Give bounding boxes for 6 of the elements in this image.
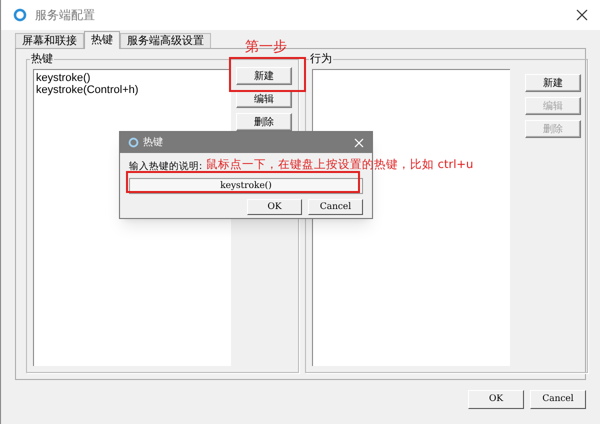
annotation-text: 第一步 (245, 38, 287, 57)
dialog-title: 热键 (143, 136, 163, 150)
window-title: 服务端配置 (35, 7, 95, 24)
group-label: 行为 (309, 53, 333, 65)
prompt-label: 输入热键的说明: (129, 160, 202, 174)
group-label: 热键 (30, 53, 54, 65)
